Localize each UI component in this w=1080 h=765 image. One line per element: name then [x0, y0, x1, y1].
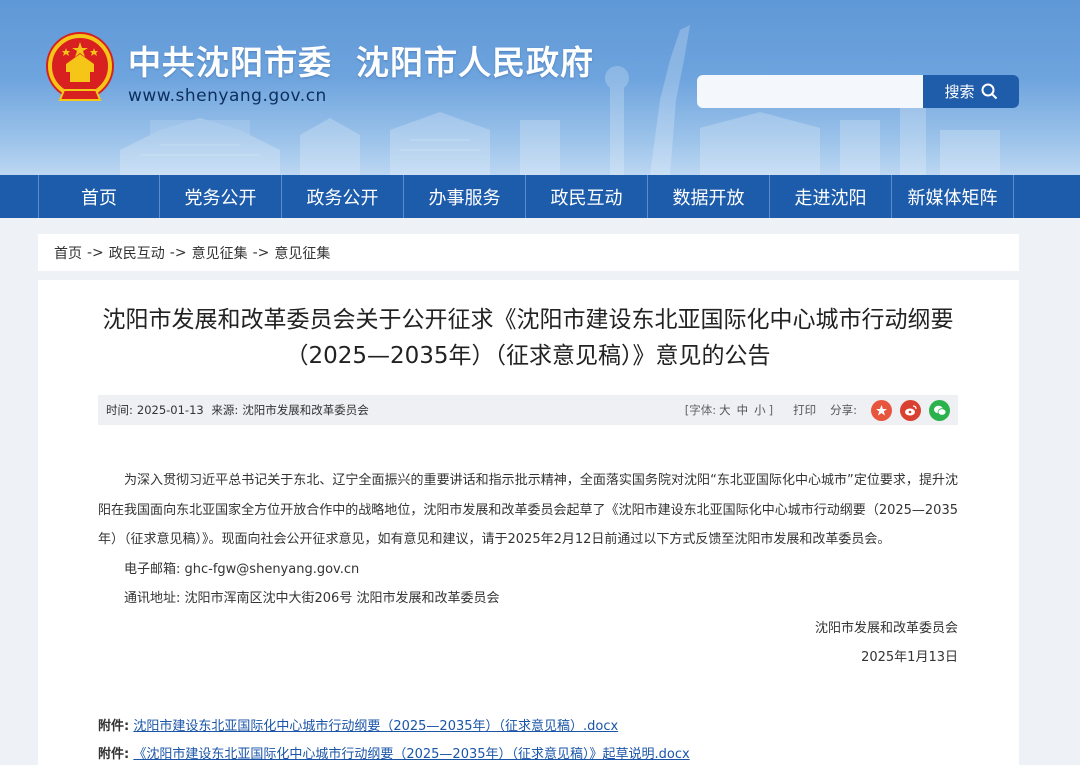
breadcrumb-separator: -> — [87, 244, 104, 261]
national-emblem-icon — [46, 32, 114, 101]
main-nav: 首页 党务公开 政务公开 办事服务 政民互动 数据开放 走进沈阳 新媒体矩阵 — [0, 175, 1080, 218]
share-weibo-icon[interactable] — [900, 399, 921, 421]
site-header: 中共沈阳市委 沈阳市人民政府 www.shenyang.gov.cn 搜索 — [0, 0, 1080, 175]
contact-email: 电子邮箱: ghc-fgw@shenyang.gov.cn — [124, 561, 360, 577]
share-star-icon[interactable] — [871, 399, 892, 421]
nav-item-home[interactable]: 首页 — [39, 175, 160, 218]
attachment-item: 附件: 《沈阳市建设东北亚国际化中心城市行动纲要（2025—2035年）（征求意… — [98, 743, 690, 762]
attachment-link-draft[interactable]: 沈阳市建设东北亚国际化中心城市行动纲要（2025—2035年）（征求意见稿）.d… — [133, 719, 618, 734]
attachment-link-explanation[interactable]: 《沈阳市建设东北亚国际化中心城市行动纲要（2025—2035年）（征求意见稿）》… — [133, 747, 689, 762]
nav-item-new-media[interactable]: 新媒体矩阵 — [892, 175, 1014, 218]
share-label: 分享: — [830, 403, 857, 417]
site-title-party: 中共沈阳市委 — [128, 43, 332, 82]
nav-item-open-data[interactable]: 数据开放 — [648, 175, 770, 218]
source-label: 来源: — [211, 403, 239, 417]
breadcrumb-separator: -> — [169, 244, 187, 261]
attachment-label: 附件: — [98, 719, 130, 734]
article-body: 为深入贯彻习近平总书记关于东北、辽宁全面振兴的重要讲话和指示批示精神，全面落实国… — [98, 466, 958, 673]
nav-item-government-affairs[interactable]: 政务公开 — [282, 175, 404, 218]
site-title-government: 沈阳市人民政府 — [356, 43, 594, 82]
weibo-icon — [905, 404, 917, 415]
font-size-large[interactable]: 大 — [719, 402, 731, 418]
breadcrumb-opinion-collection[interactable]: 意见征集 — [192, 243, 248, 263]
breadcrumb-current[interactable]: 意见征集 — [274, 243, 330, 263]
search-button-label: 搜索 — [944, 83, 975, 101]
site-title: 中共沈阳市委 沈阳市人民政府 — [128, 36, 594, 84]
attachment-label: 附件: — [98, 747, 130, 762]
search-button[interactable]: 搜索 — [923, 75, 1019, 108]
breadcrumb-interaction[interactable]: 政民互动 — [109, 243, 165, 263]
time-label: 时间: — [106, 403, 133, 417]
font-size-small[interactable]: 小 — [754, 402, 766, 418]
nav-items: 首页 党务公开 政务公开 办事服务 政民互动 数据开放 走进沈阳 新媒体矩阵 — [38, 175, 1014, 218]
article-paragraph: 为深入贯彻习近平总书记关于东北、辽宁全面振兴的重要讲话和指示批示精神，全面落实国… — [98, 473, 958, 547]
font-size-close: ] — [768, 403, 774, 417]
print-button[interactable]: 打印 — [793, 402, 816, 418]
contact-address: 通讯地址: 沈阳市浑南区沈中大街206号 沈阳市发展和改革委员会 — [124, 591, 500, 606]
article-tools: [字体: 大 中 小 ] 打印 分享: — [685, 395, 950, 425]
nav-item-services[interactable]: 办事服务 — [404, 175, 526, 218]
nav-item-party-affairs[interactable]: 党务公开 — [160, 175, 282, 218]
star-icon — [876, 404, 887, 415]
search-icon — [981, 83, 997, 100]
wechat-icon — [933, 405, 946, 416]
font-size-medium[interactable]: 中 — [737, 402, 749, 418]
signature-org: 沈阳市发展和改革委员会 — [814, 620, 958, 636]
nav-item-about-shenyang[interactable]: 走进沈阳 — [770, 175, 892, 218]
site-url: www.shenyang.gov.cn — [128, 86, 327, 106]
article-title: 沈阳市发展和改革委员会关于公开征求《沈阳市建设东北亚国际化中心城市行动纲要（20… — [102, 307, 954, 369]
font-size-label: [字体: — [684, 403, 717, 417]
article-panel: 沈阳市发展和改革委员会关于公开征求《沈阳市建设东北亚国际化中心城市行动纲要（20… — [38, 280, 1019, 765]
share-wechat-icon[interactable] — [929, 399, 950, 421]
search-box: 搜索 — [697, 75, 1019, 108]
breadcrumb-home[interactable]: 首页 — [54, 243, 82, 263]
breadcrumb: 首页 -> 政民互动 -> 意见征集 -> 意见征集 — [38, 234, 1019, 271]
article-meta-bar: 时间: 2025-01-13 来源: 沈阳市发展和改革委员会 [字体: 大 中 小 … — [98, 395, 958, 425]
breadcrumb-separator: -> — [252, 244, 270, 261]
publish-date: 2025-01-13 — [136, 403, 204, 417]
search-input[interactable] — [697, 75, 923, 108]
article-meta-info: 时间: 2025-01-13 来源: 沈阳市发展和改革委员会 — [106, 402, 373, 418]
source-value: 沈阳市发展和改革委员会 — [242, 403, 369, 417]
nav-item-interaction[interactable]: 政民互动 — [526, 175, 648, 218]
attachment-item: 附件: 沈阳市建设东北亚国际化中心城市行动纲要（2025—2035年）（征求意见… — [98, 715, 618, 734]
signature-date: 2025年1月13日 — [861, 650, 958, 665]
